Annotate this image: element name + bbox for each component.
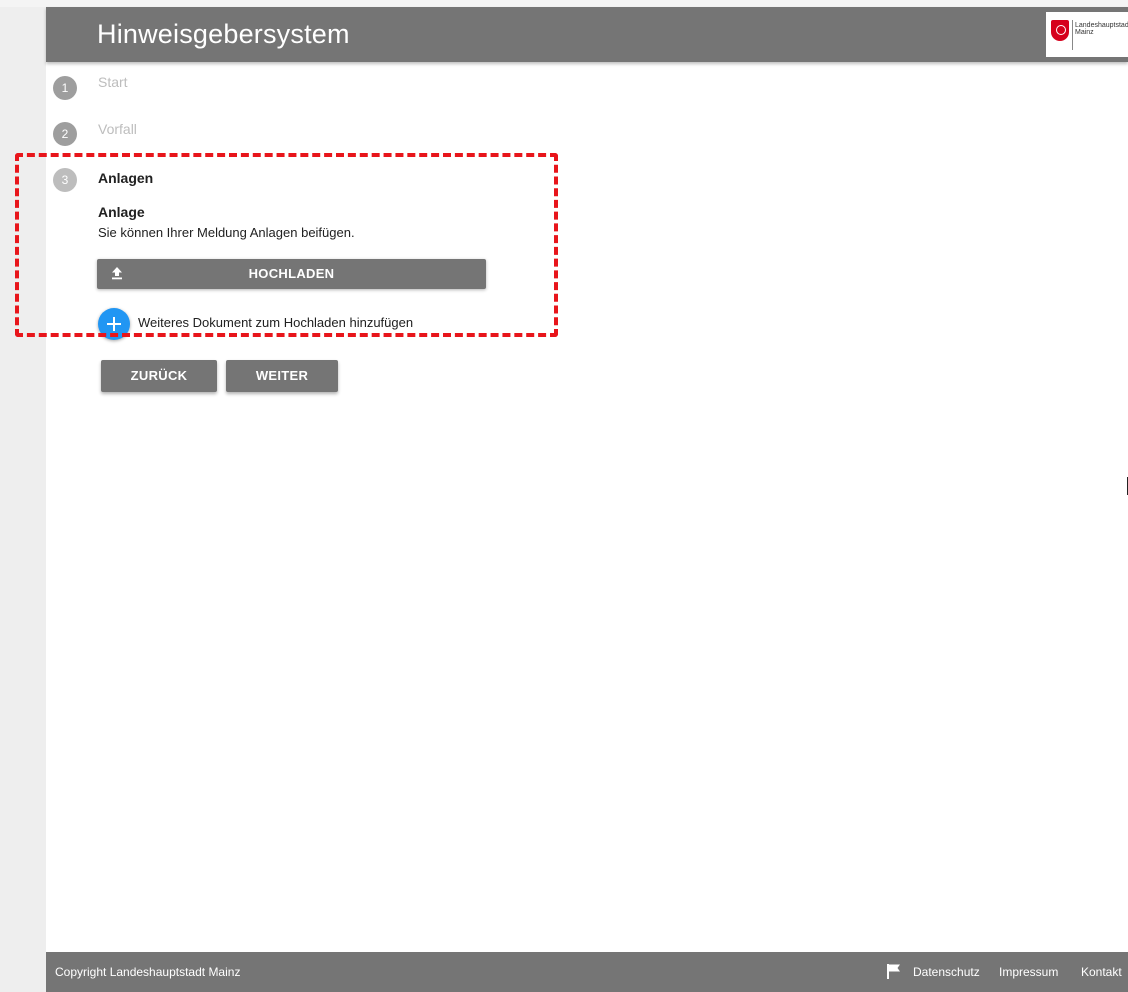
page-header: Hinweisgebersystem Landeshauptstadt Main…: [46, 7, 1128, 62]
app-container: Hinweisgebersystem Landeshauptstadt Main…: [15, 7, 1128, 992]
footer-copyright: Copyright Landeshauptstadt Mainz: [55, 965, 241, 979]
logo-divider: [1072, 20, 1073, 50]
add-document-label[interactable]: Weiteres Dokument zum Hochladen hinzufüg…: [138, 315, 413, 330]
step-2-number: 2: [53, 122, 77, 146]
step-3-label: Anlagen: [98, 170, 154, 186]
footer-link-kontakt[interactable]: Kontakt: [1081, 965, 1122, 979]
next-button[interactable]: WEITER: [226, 360, 338, 392]
step-1-number: 1: [53, 76, 77, 100]
step-2-label[interactable]: Vorfall: [98, 121, 137, 137]
upload-button[interactable]: HOCHLADEN: [97, 259, 486, 289]
step-3-number: 3: [53, 168, 77, 192]
back-button[interactable]: ZURÜCK: [101, 360, 217, 392]
footer-link-impressum[interactable]: Impressum: [999, 965, 1058, 979]
city-logo[interactable]: Landeshauptstadt Mainz: [1046, 12, 1128, 57]
step-1-label[interactable]: Start: [98, 74, 128, 90]
add-document-button[interactable]: [98, 308, 130, 340]
page-footer: Copyright Landeshauptstadt Mainz Datensc…: [46, 952, 1128, 992]
logo-text: Landeshauptstadt Mainz: [1075, 22, 1128, 36]
highlight-annotation: [15, 153, 558, 337]
flag-icon: [887, 964, 900, 979]
page-title: Hinweisgebersystem: [97, 19, 350, 49]
attachment-description: Sie können Ihrer Meldung Anlagen beifüge…: [98, 225, 355, 240]
footer-link-datenschutz[interactable]: Datenschutz: [913, 965, 980, 979]
attachment-section-title: Anlage: [98, 204, 145, 220]
city-crest-icon: [1051, 20, 1069, 41]
plus-icon: [107, 317, 121, 331]
browser-top-strip: [0, 0, 1128, 7]
upload-button-label: HOCHLADEN: [248, 266, 335, 281]
